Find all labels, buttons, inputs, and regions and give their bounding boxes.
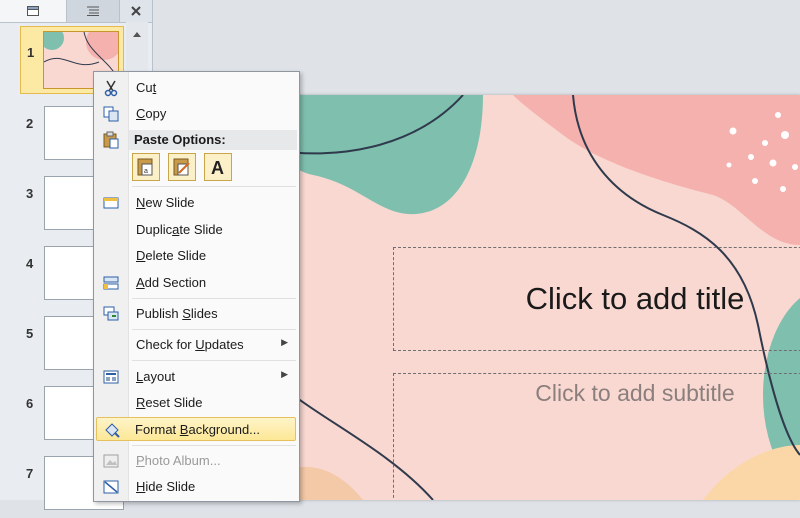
menu-item-new-slide[interactable]: New Slide (96, 191, 296, 215)
menu-item-label: Photo Album... (136, 453, 221, 468)
menu-item-reset-slide[interactable]: Reset Slide (96, 391, 296, 415)
scissors-icon (104, 80, 118, 97)
menu-item-label: Copy (136, 106, 167, 121)
paste-options-header: Paste Options: (129, 130, 297, 150)
menu-item-label: Delete Slide (136, 248, 207, 263)
menu-item-label: Add Section (136, 275, 207, 290)
menu-item-delete-slide[interactable]: Delete Slide (96, 244, 296, 268)
menu-item-label: Duplicate Slide (136, 222, 223, 237)
menu-item-publish-slides[interactable]: Publish Slides (96, 302, 296, 326)
paste-keep-formatting-icon (173, 158, 190, 176)
slide-number: 7 (26, 466, 34, 481)
menu-item-layout[interactable]: Layout ▶ (96, 365, 296, 389)
svg-text:A: A (211, 158, 224, 177)
copy-icon (103, 106, 119, 122)
tab-outline[interactable] (67, 0, 120, 22)
tab-slides[interactable] (0, 0, 67, 22)
title-placeholder[interactable]: Click to add title (393, 247, 800, 351)
slides-tab-icon (27, 6, 39, 16)
chevron-up-icon (133, 32, 141, 37)
slide-number: 4 (26, 256, 34, 271)
menu-item-copy[interactable]: Copy (96, 102, 296, 126)
paste-text-only-button[interactable]: A (204, 153, 232, 181)
new-slide-icon (103, 197, 119, 209)
menu-item-check-for-updates[interactable]: Check for Updates ▶ (96, 333, 296, 357)
slide-number: 6 (26, 396, 34, 411)
outline-tab-icon (87, 6, 99, 16)
panel-tab-strip (0, 0, 152, 23)
slide-number: 3 (26, 186, 34, 201)
menu-separator (132, 360, 296, 361)
menu-item-hide-slide[interactable]: Hide Slide (96, 475, 296, 499)
paste-keep-source-formatting-button[interactable] (168, 153, 196, 181)
hide-slide-icon (103, 480, 119, 494)
paste-use-destination-theme-button[interactable]: a (132, 153, 160, 181)
submenu-arrow-icon: ▶ (281, 369, 288, 379)
menu-item-label: Format Background... (135, 422, 261, 437)
menu-item-label: Layout (136, 369, 176, 384)
menu-separator (132, 298, 296, 299)
add-section-icon (103, 276, 119, 290)
close-panel-button[interactable] (120, 0, 152, 22)
layout-icon (103, 370, 119, 384)
publish-slides-icon (103, 306, 119, 321)
menu-separator (132, 186, 296, 187)
menu-item-duplicate-slide[interactable]: Duplicate Slide (96, 218, 296, 242)
paste-text-only-icon: A (211, 158, 224, 177)
slide-number: 2 (26, 116, 34, 131)
scroll-up-button[interactable] (128, 26, 146, 44)
slide-number: 1 (27, 45, 35, 60)
slide-context-menu: Cut Copy Paste Options: a A New Slide Du… (93, 71, 300, 502)
close-icon (131, 6, 141, 16)
photo-album-icon (103, 454, 119, 468)
format-background-icon (105, 423, 120, 438)
submenu-arrow-icon: ▶ (281, 337, 288, 347)
menu-item-label: New Slide (136, 195, 195, 210)
menu-separator (132, 445, 296, 446)
menu-item-label: Reset Slide (136, 395, 203, 410)
menu-item-label: Check for Updates (136, 337, 244, 352)
menu-item-add-section[interactable]: Add Section (96, 271, 296, 295)
slide-canvas[interactable]: Click to add title Click to add subtitle (273, 95, 800, 500)
menu-item-format-background[interactable]: Format Background... (96, 417, 296, 441)
paste-icon (103, 131, 119, 149)
svg-text:a: a (144, 168, 148, 175)
menu-item-label: Publish Slides (136, 306, 218, 321)
menu-item-label: Cut (136, 80, 157, 95)
menu-item-photo-album[interactable]: Photo Album... (96, 449, 296, 473)
menu-item-label: Hide Slide (136, 479, 196, 494)
menu-item-cut[interactable]: Cut (96, 76, 296, 100)
paste-destination-theme-icon: a (137, 158, 153, 176)
subtitle-placeholder[interactable]: Click to add subtitle (393, 373, 800, 500)
menu-separator (132, 329, 296, 330)
slide-number: 5 (26, 326, 34, 341)
